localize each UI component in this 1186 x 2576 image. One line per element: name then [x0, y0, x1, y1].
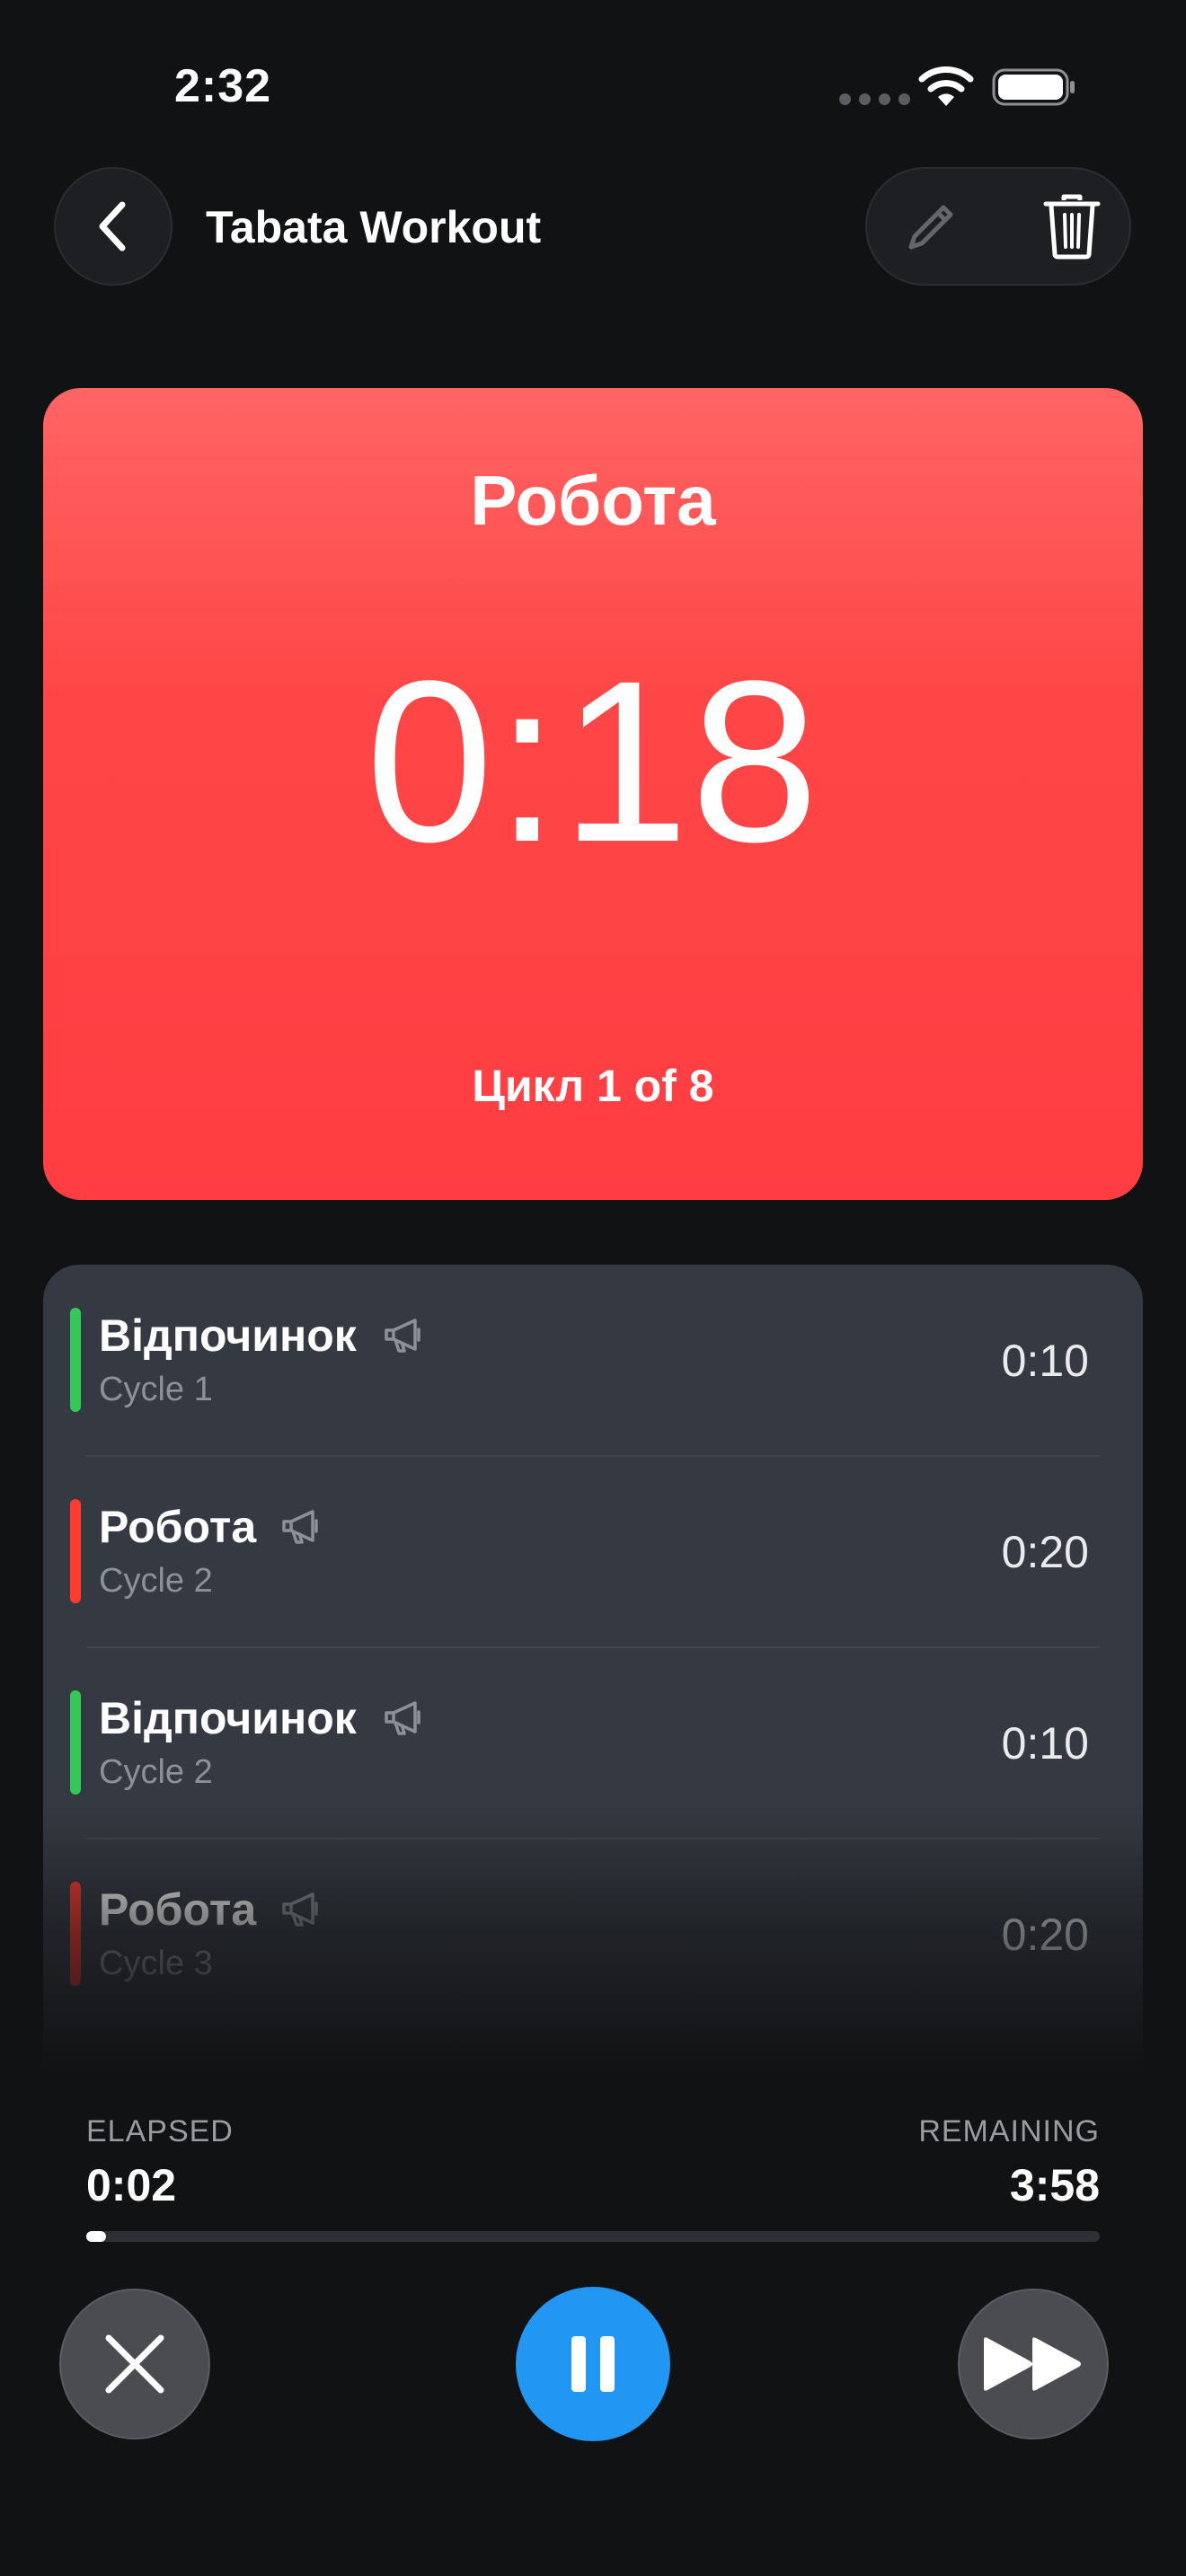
pencil-icon: [908, 205, 953, 250]
interval-cycle: Cycle 3: [99, 1945, 213, 1982]
list-item[interactable]: Відпочинок Cycle 1 0:10: [43, 1265, 1143, 1456]
megaphone-icon: [385, 1701, 420, 1735]
status-time: 2:32: [174, 60, 272, 112]
megaphone-icon: [282, 1892, 318, 1927]
close-icon: [105, 2334, 164, 2394]
pause-button[interactable]: [516, 2287, 670, 2441]
interval-duration: 0:10: [1001, 1718, 1089, 1769]
pause-icon: [571, 2336, 615, 2392]
list-item[interactable]: Робота Cycle 3 0:20: [43, 1839, 1143, 2030]
elapsed-label: ELAPSED: [86, 2114, 234, 2148]
skip-button[interactable]: [958, 2289, 1109, 2439]
interval-cycle: Cycle 1: [99, 1371, 213, 1408]
interval-duration: 0:20: [1001, 1910, 1089, 1960]
phase-name: Робота: [470, 461, 716, 540]
chevron-left-icon: [99, 201, 126, 251]
interval-duration: 0:10: [1001, 1336, 1089, 1386]
upcoming-intervals-list: Відпочинок Cycle 1 0:10 Робота Cycle 2 0…: [43, 1265, 1143, 2073]
interval-cycle: Cycle 2: [99, 1562, 213, 1600]
remaining-label: REMAINING: [918, 2114, 1100, 2148]
trash-icon: [1043, 194, 1101, 260]
list-item[interactable]: Робота Cycle 2 0:20: [43, 1456, 1143, 1647]
cycle-counter: Цикл 1 of 8: [472, 1061, 714, 1111]
delete-button[interactable]: [1038, 192, 1106, 260]
remaining-time: 3:58: [1009, 2160, 1100, 2210]
elapsed-time: 0:02: [86, 2160, 177, 2210]
workout-progress-bar: [86, 2231, 1100, 2242]
workout-screen: 2:32 Tabata Workout Робота 0:18 Цикл 1 o…: [0, 0, 1186, 2576]
edit-button[interactable]: [899, 196, 962, 259]
countdown-timer: 0:18: [365, 633, 821, 890]
interval-name: Відпочинок: [99, 1693, 357, 1743]
back-button[interactable]: [54, 167, 173, 286]
fast-forward-icon: [984, 2337, 1081, 2391]
interval-name: Робота: [99, 1884, 257, 1935]
workout-progress-fill: [86, 2231, 106, 2242]
page-title: Tabata Workout: [206, 202, 542, 252]
current-phase-card: Робота 0:18 Цикл 1 of 8: [43, 388, 1143, 1200]
interval-color-bar: [70, 1308, 81, 1412]
wifi-icon: [918, 66, 974, 106]
interval-name: Робота: [99, 1502, 257, 1552]
interval-duration: 0:20: [1001, 1527, 1089, 1577]
interval-color-bar: [70, 1882, 81, 1986]
interval-cycle: Cycle 2: [99, 1753, 213, 1791]
stop-button[interactable]: [59, 2289, 210, 2439]
megaphone-icon: [385, 1319, 420, 1353]
interval-color-bar: [70, 1499, 81, 1603]
header-actions: [865, 167, 1131, 286]
megaphone-icon: [282, 1510, 318, 1544]
list-item[interactable]: Відпочинок Cycle 2 0:10: [43, 1647, 1143, 1839]
battery-icon: [992, 68, 1075, 106]
interval-name: Відпочинок: [99, 1310, 357, 1361]
interval-color-bar: [70, 1690, 81, 1795]
cellular-signal-icon: [839, 93, 910, 105]
